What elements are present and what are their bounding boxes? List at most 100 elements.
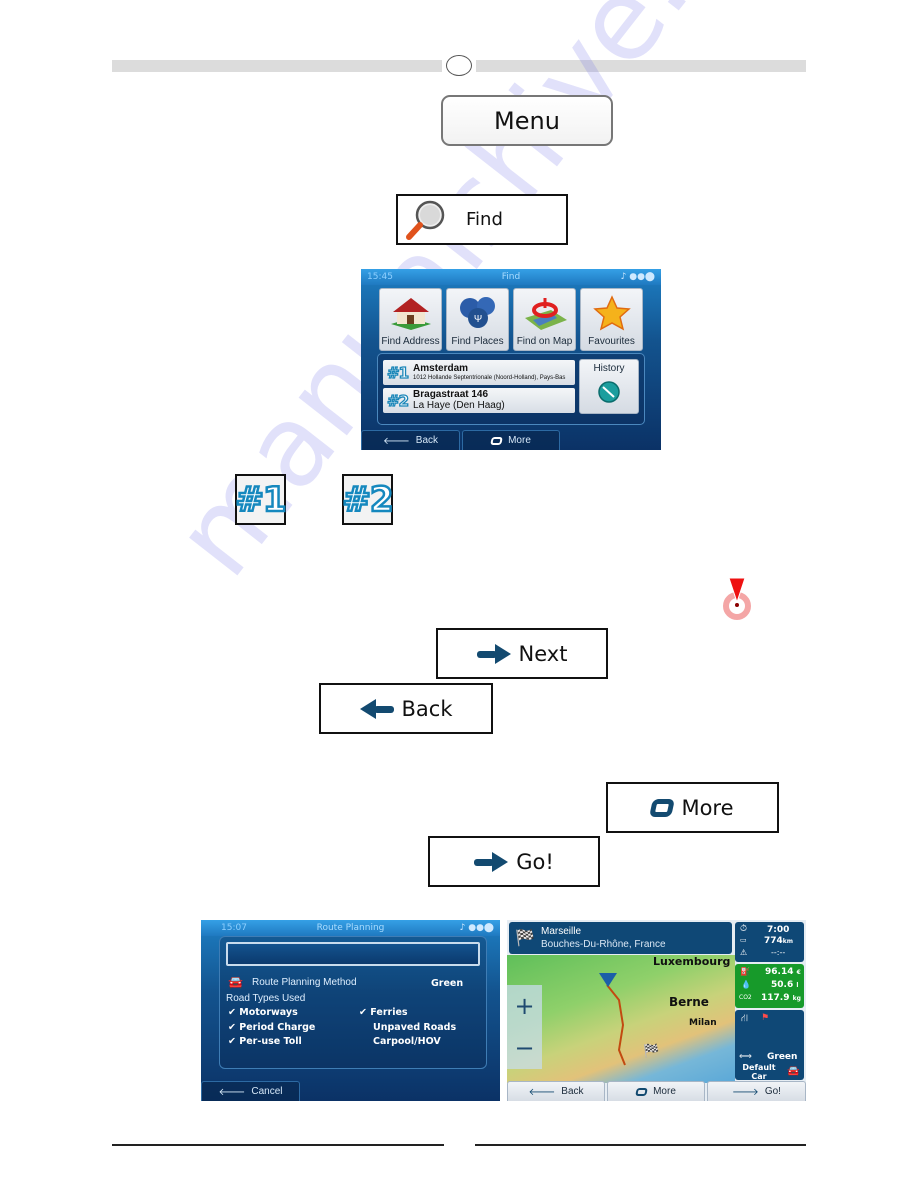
go-button[interactable]: Go!: [428, 836, 600, 887]
route-method-value: Green: [767, 1052, 798, 1062]
tile-find-on-map[interactable]: Find on Map: [513, 288, 576, 351]
route-settings-panel[interactable]: ⛙ ⚑ ⟺ Green Default Car 🚘: [735, 1010, 804, 1081]
menu-button-label: Menu: [494, 106, 560, 135]
more-label: More: [653, 1086, 676, 1097]
rank-1-icon: #1: [386, 363, 409, 382]
go-label: Go!: [516, 849, 554, 874]
next-button[interactable]: Next: [436, 628, 608, 679]
history-item-subtitle: La Haye (Den Haag): [413, 400, 505, 411]
history-item-1[interactable]: #1 Amsterdam 1012 Hollande Septentrional…: [383, 360, 575, 385]
status-bar: 15:45 Find ♪ ●●⬤: [361, 269, 661, 285]
back-arrow-icon: 🡐: [218, 1086, 246, 1098]
more-icon: [490, 436, 503, 445]
map-bottom-bar: 🡐 Back More 🡒 Go!: [507, 1081, 806, 1101]
distance-icon: ▭: [740, 936, 747, 944]
find-button-label: Find: [466, 209, 503, 230]
route-bottom-bar: 🡐 Cancel: [201, 1081, 500, 1101]
more-icon: [635, 1087, 648, 1096]
menu-button[interactable]: Menu: [441, 95, 613, 146]
route-planning-panel: 🚘 Route Planning Method Green Road Types…: [219, 936, 487, 1069]
svg-text:Ψ: Ψ: [473, 314, 481, 325]
zoom-in-button[interactable]: +: [507, 985, 542, 1027]
map-view[interactable]: Luxembourg Berne Milan 🏁 + −: [507, 955, 735, 1083]
arrival-icon: ⚠: [740, 948, 748, 957]
destination-name: Marseille: [541, 926, 582, 937]
back-label: Back: [561, 1086, 584, 1097]
language-marker-circle: [446, 55, 472, 76]
destination-header: 🏁 Marseille Bouches-Du-Rhône, France: [509, 922, 732, 954]
rank-1-glyph: #1: [234, 478, 288, 521]
road-type-unpaved-roads[interactable]: Unpaved Roads: [373, 1022, 456, 1033]
trip-summary-panel: ⏱ 7:00 ▭ 774km ⚠ --:--: [735, 922, 804, 962]
stopwatch-icon: ⏱: [740, 924, 748, 934]
tile-favourites[interactable]: Favourites: [580, 288, 643, 351]
magnifier-icon: [406, 200, 445, 240]
status-bar: 15:07 Route Planning ♪ ●●⬤: [201, 920, 500, 936]
find-screen: 15:45 Find ♪ ●●⬤ Find Address Ψ Find Pla…: [361, 269, 661, 450]
find-bottom-bar: 🡐 Back More: [361, 430, 661, 450]
footer-line-right: [475, 1144, 806, 1146]
tile-find-address[interactable]: Find Address: [379, 288, 442, 351]
back-arrow-icon: 🡐: [382, 435, 410, 447]
road-type-period-charge[interactable]: ✔ Period Charge: [228, 1022, 315, 1033]
history-item-2[interactable]: #2 Bragastraat 146 La Haye (Den Haag): [383, 388, 575, 413]
footer-line-left: [112, 1144, 444, 1146]
header-bar-left: [112, 60, 442, 72]
more-button[interactable]: More: [462, 430, 560, 450]
back-doc-label: Back: [401, 696, 453, 721]
zoom-out-button[interactable]: −: [507, 1027, 542, 1069]
rank-2-icon: #2: [386, 391, 409, 410]
rank-1-icon-sample: #1: [234, 474, 288, 525]
fuel-icon: 💧: [741, 980, 751, 989]
find-button[interactable]: Find: [396, 194, 568, 245]
go-arrow-icon: [474, 851, 509, 872]
back-label: Back: [415, 435, 439, 446]
screen-title: Find: [501, 272, 521, 282]
road-type-ferries[interactable]: ✔ Ferries: [359, 1007, 408, 1018]
cancel-label: Cancel: [251, 1086, 283, 1097]
back-button[interactable]: 🡐 Back: [507, 1081, 605, 1101]
arrival-time: --:--: [771, 948, 786, 957]
road-type-motorways[interactable]: ✔ Motorways: [228, 1007, 298, 1018]
tile-find-places[interactable]: Ψ Find Places: [446, 288, 509, 351]
history-item-subtitle: 1012 Hollande Septentrionale (Noord-Holl…: [413, 374, 566, 381]
road-type-carpool-hov[interactable]: Carpool/HOV: [373, 1036, 441, 1047]
car-icon: 🚘: [228, 975, 243, 989]
motorway-icon: ⛙: [741, 1013, 749, 1024]
more-doc-label: More: [681, 795, 734, 820]
back-button[interactable]: 🡐 Back: [361, 430, 460, 450]
go-button[interactable]: 🡒 Go!: [707, 1081, 806, 1101]
toll-icon: ⚑: [761, 1013, 770, 1023]
rank-2-glyph: #2: [341, 478, 395, 521]
history-button[interactable]: History: [579, 359, 639, 414]
go-arrow-icon: 🡒: [732, 1086, 759, 1098]
tile-label: Favourites: [588, 336, 635, 347]
history-globe-icon: [598, 381, 620, 403]
cancel-button[interactable]: 🡐 Cancel: [201, 1081, 300, 1101]
road-types-heading: Road Types Used: [226, 993, 306, 1004]
co2-label: CO2: [739, 994, 752, 1001]
destination-input[interactable]: [226, 942, 480, 966]
city-label-milan: Milan: [689, 1018, 717, 1028]
more-button[interactable]: More: [607, 1081, 705, 1101]
tile-label: Find Places: [451, 336, 504, 347]
go-label: Go!: [764, 1086, 781, 1097]
star-icon: [592, 294, 631, 330]
right-arrow-icon: [476, 643, 511, 664]
city-label-luxembourg: Luxembourg: [653, 955, 731, 968]
road-type-per-use-toll[interactable]: ✔ Per-use Toll: [228, 1036, 302, 1047]
left-arrow-icon: [359, 698, 394, 719]
trip-cost: 96.14 €: [765, 967, 801, 977]
back-doc-button[interactable]: Back: [319, 683, 493, 734]
more-doc-button[interactable]: More: [606, 782, 779, 833]
places-pins-icon: Ψ: [459, 296, 495, 328]
next-label: Next: [518, 641, 568, 666]
route-method-label[interactable]: Route Planning Method: [252, 977, 357, 988]
more-label: More: [508, 435, 531, 446]
route-method-value: Green: [431, 978, 464, 989]
history-button-label: History: [593, 363, 625, 374]
city-label-berne: Berne: [669, 995, 709, 1009]
route-map-screen: 🏁 Marseille Bouches-Du-Rhône, France Lux…: [507, 920, 806, 1101]
destination-flag-icon: 🏁: [643, 1044, 660, 1059]
rank-2-icon-sample: #2: [341, 474, 395, 525]
